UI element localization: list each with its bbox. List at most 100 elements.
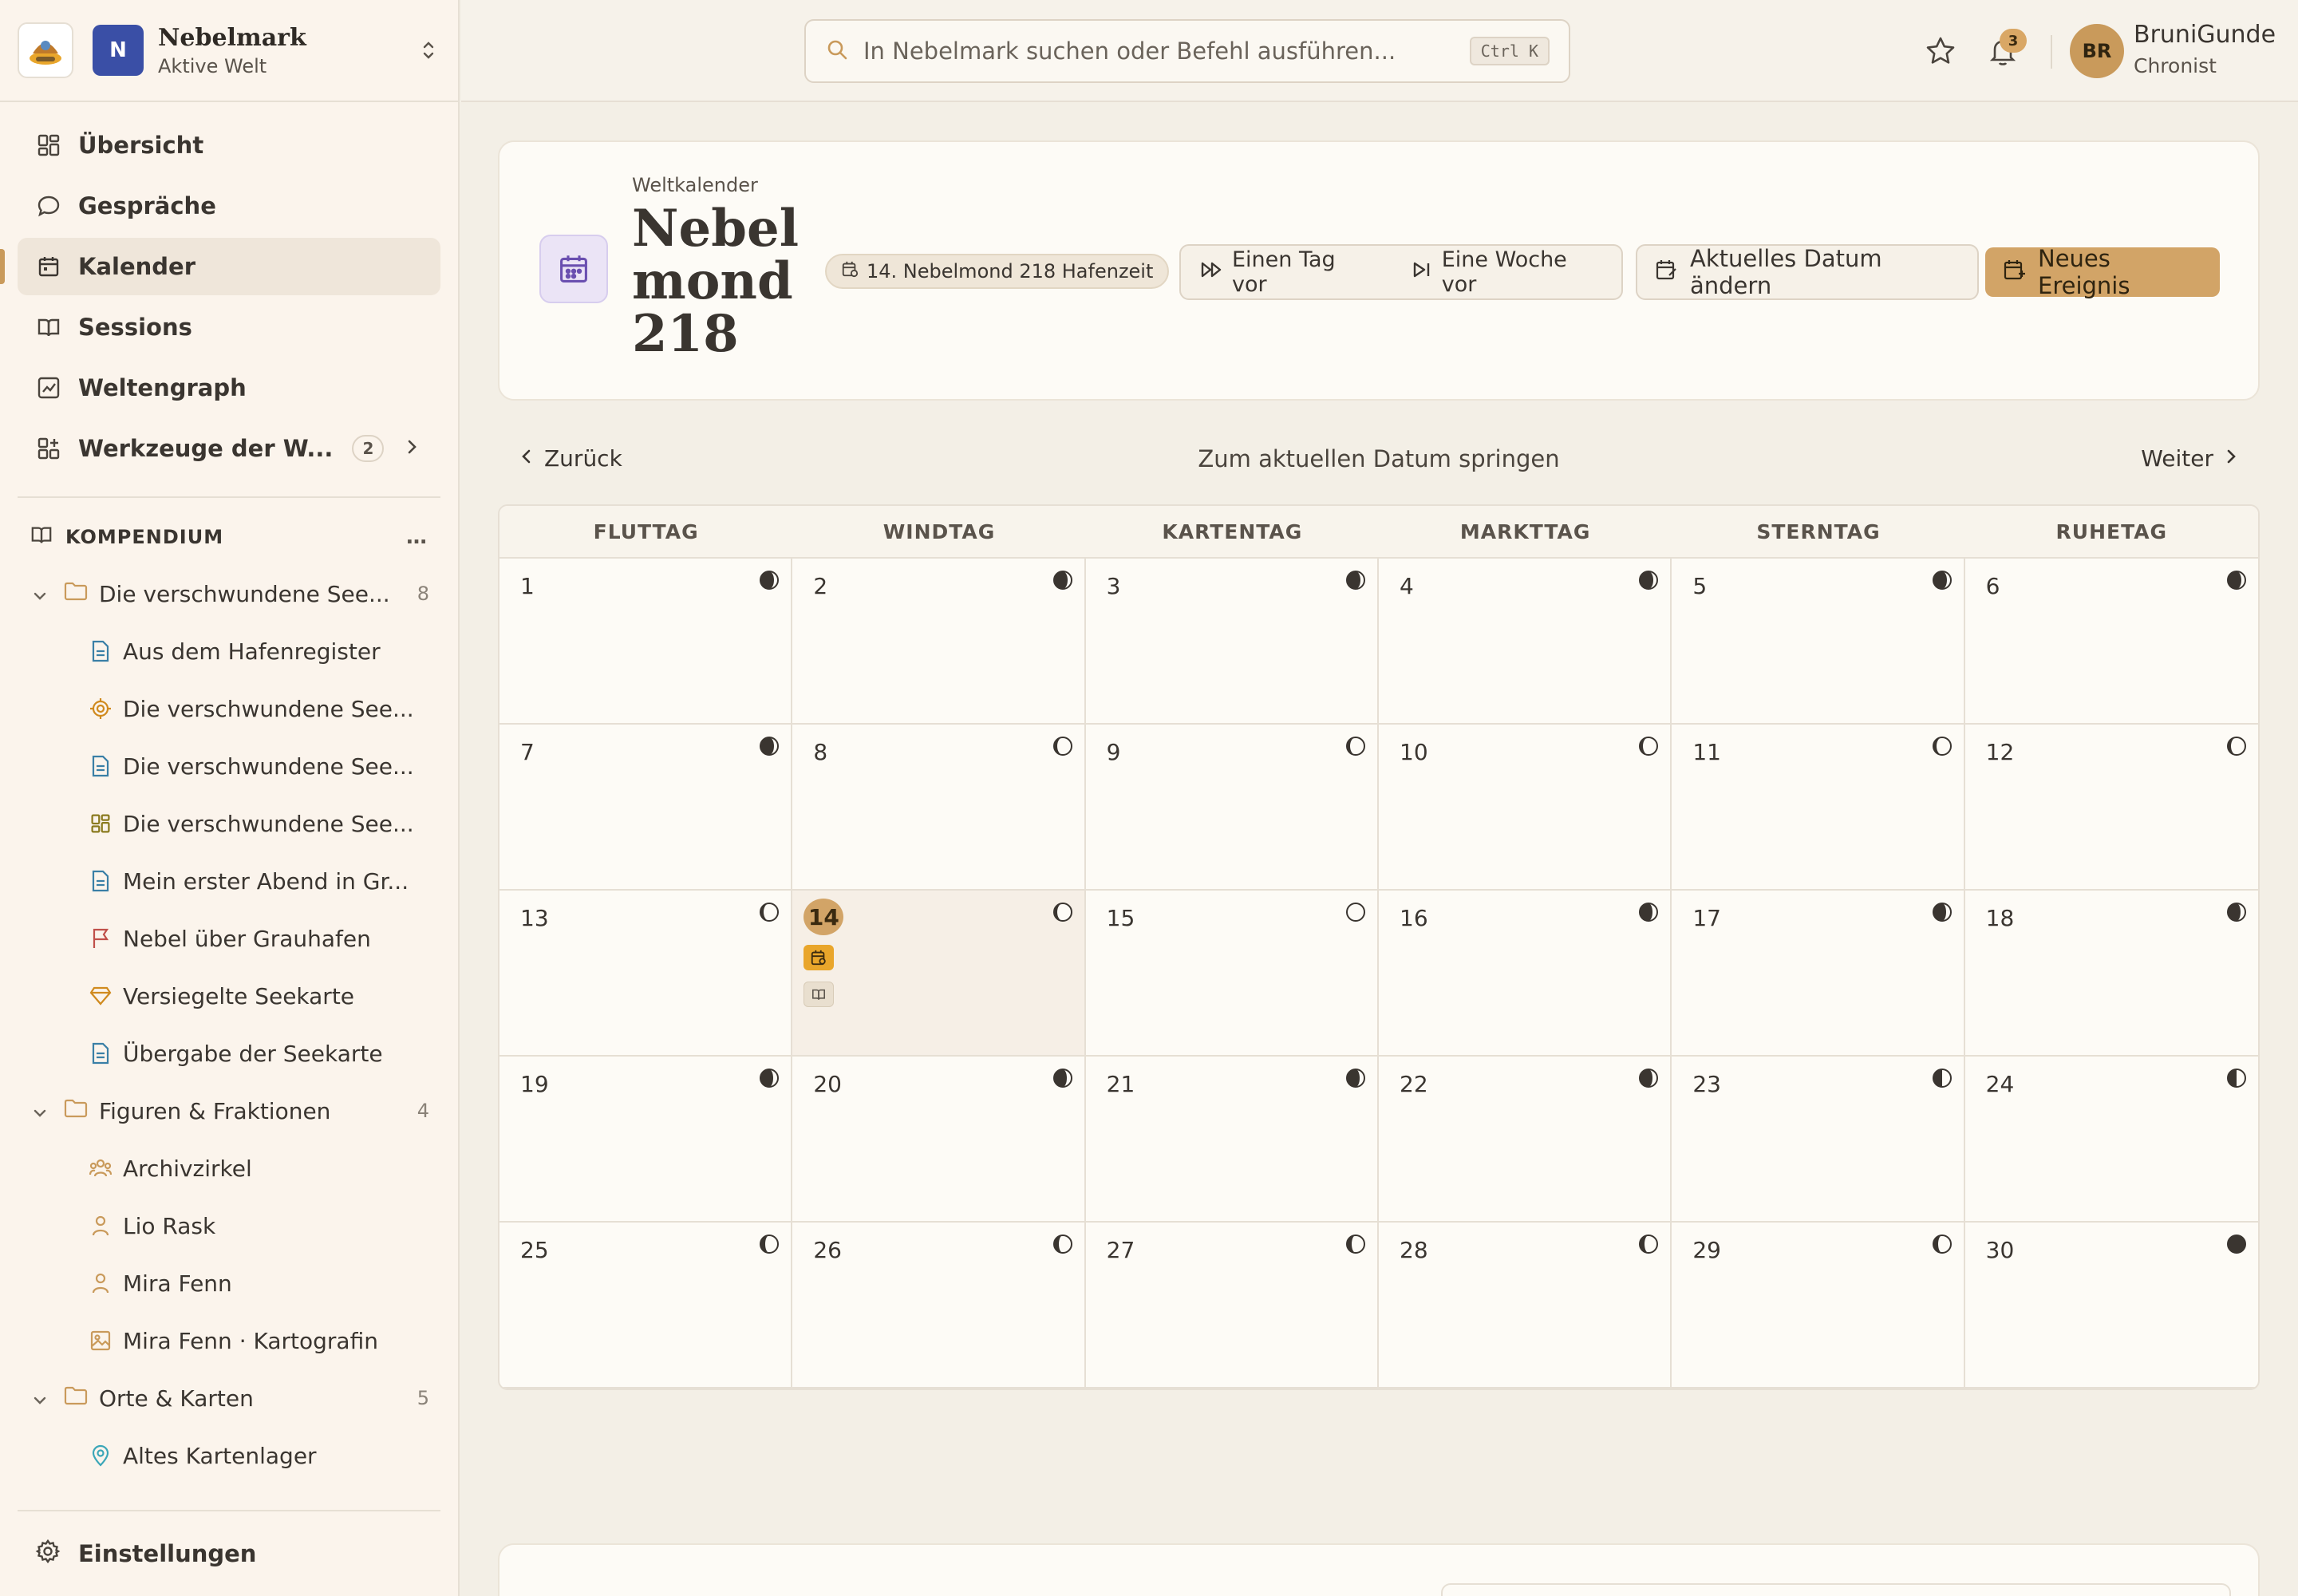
calendar-day-10[interactable]: 10: [1379, 725, 1672, 891]
moon-phase-icon: [1638, 1234, 1659, 1254]
calendar-day-9[interactable]: 9: [1085, 725, 1379, 891]
tree-item[interactable]: Mira Fenn · Kartografin: [18, 1312, 440, 1369]
calendar-grid: 1 2 3 4 5 6 7 8 9 10 11 12 13 14 15 16 17 18 19 20 21 22 23 24 2…: [499, 559, 2258, 1389]
star-icon[interactable]: [1925, 35, 1956, 70]
notification-badge: 3: [2000, 29, 2027, 53]
previous-month-button[interactable]: Zurück: [520, 445, 622, 472]
advance-week-button[interactable]: Eine Woche vor: [1412, 247, 1602, 297]
calendar-day-16[interactable]: 16: [1379, 891, 1672, 1057]
next-month-button[interactable]: Weiter: [2141, 445, 2237, 472]
day-number: 20: [813, 1071, 842, 1097]
tree-item[interactable]: Nebel über Grauhafen: [18, 910, 440, 967]
tree-item[interactable]: Mein erster Abend in Gr...: [18, 852, 440, 910]
chevron-down-icon[interactable]: [32, 1385, 49, 1412]
sidebar-item-werkzeuge[interactable]: Werkzeuge der W... 2: [18, 420, 440, 477]
calendar-day-24[interactable]: 24: [1964, 1057, 2258, 1223]
calendar-day-20[interactable]: 20: [792, 1057, 1086, 1223]
search-icon: [825, 38, 849, 65]
calendar-day-15[interactable]: 15: [1085, 891, 1379, 1057]
day-number: 13: [520, 905, 549, 931]
calendar-day-6[interactable]: 6: [1964, 559, 2258, 725]
moon-phase-icon: [1052, 1068, 1073, 1088]
calendar-day-7[interactable]: 7: [499, 725, 793, 891]
calendar-day-18[interactable]: 18: [1964, 891, 2258, 1057]
avatar[interactable]: BR: [2070, 24, 2124, 78]
sidebar-item-gespraeche[interactable]: Gespräche: [18, 177, 440, 235]
tree-item[interactable]: Versiegelte Seekarte: [18, 967, 440, 1025]
calendar-day-23[interactable]: 23: [1672, 1057, 1965, 1223]
tree-item[interactable]: Lio Rask: [18, 1197, 440, 1254]
sidebar-item-einstellungen[interactable]: Einstellungen: [18, 1510, 440, 1596]
calendar-day-30[interactable]: 30: [1964, 1223, 2258, 1389]
tree-item[interactable]: Mira Fenn: [18, 1254, 440, 1312]
calendar-day-3[interactable]: 3: [1085, 559, 1379, 725]
calendar-day-25[interactable]: 25: [499, 1223, 793, 1389]
change-date-button[interactable]: Aktuelles Datum ändern: [1636, 244, 1979, 300]
current-date-label: 14. Nebelmond 218 Hafenzeit: [867, 260, 1154, 282]
calendar-day-11[interactable]: 11: [1672, 725, 1965, 891]
tree-item[interactable]: Aus dem Hafenregister: [18, 622, 440, 680]
chevron-up-down-icon[interactable]: [417, 34, 440, 66]
moon-phase-icon: [759, 570, 780, 591]
search-input[interactable]: In Nebelmark suchen oder Befehl ausführe…: [804, 19, 1570, 83]
calendar-day-22[interactable]: 22: [1379, 1057, 1672, 1223]
sidebar-item-uebersicht[interactable]: Übersicht: [18, 117, 440, 174]
moon-phase-icon: [1638, 1068, 1659, 1088]
calendar-day-2[interactable]: 2: [792, 559, 1086, 725]
calendar-day-29[interactable]: 29: [1672, 1223, 1965, 1389]
more-options-icon[interactable]: …: [406, 525, 428, 549]
workspace-switcher[interactable]: N Nebelmark Aktive Welt: [0, 0, 458, 102]
moon-phase-icon: [1932, 1068, 1953, 1088]
calendar-day-21[interactable]: 21: [1085, 1057, 1379, 1223]
app-logo: [18, 22, 73, 78]
sidebar-item-kalender[interactable]: Kalender: [0, 238, 440, 295]
sidebar-item-weltengraph[interactable]: Weltengraph: [18, 359, 440, 417]
folder-row[interactable]: Die verschwundene See... 8: [18, 565, 440, 622]
calendar-day-12[interactable]: 12: [1964, 725, 2258, 891]
calendar-day-4[interactable]: 4: [1379, 559, 1672, 725]
calendar-day-27[interactable]: 27: [1085, 1223, 1379, 1389]
calendar-day-13[interactable]: 13: [499, 891, 793, 1057]
weekday-label: RUHETAG: [2055, 519, 2168, 543]
calendar-day-5[interactable]: 5: [1672, 559, 1965, 725]
tree-item[interactable]: Die verschwundene See...: [18, 680, 440, 737]
calendar-day-1[interactable]: 1: [499, 559, 793, 725]
calendar-day-19[interactable]: 19: [499, 1057, 793, 1223]
calendar-day-28[interactable]: 28: [1379, 1223, 1672, 1389]
day-number: 3: [1106, 573, 1121, 599]
book-icon[interactable]: [804, 982, 835, 1007]
day-number: 2: [813, 573, 828, 599]
calendar-day-14[interactable]: 14: [792, 891, 1086, 1057]
calendar-day-17[interactable]: 17: [1672, 891, 1965, 1057]
divider: [2051, 35, 2052, 69]
day-number: 10: [1400, 739, 1428, 765]
jump-to-today-button[interactable]: Zum aktuellen Datum springen: [1198, 445, 1559, 472]
weekday-label: FLUTTAG: [593, 519, 699, 543]
workspace-badge: N: [93, 25, 144, 76]
advance-button-group: Einen Tag vor Eine Woche vor: [1179, 244, 1623, 300]
calendar-day-26[interactable]: 26: [792, 1223, 1086, 1389]
calendar-day-8[interactable]: 8: [792, 725, 1086, 891]
tree-item[interactable]: Die verschwundene See...: [18, 795, 440, 852]
session-event-icon[interactable]: [804, 945, 835, 970]
folder-row[interactable]: Figuren & Fraktionen 4: [18, 1082, 440, 1140]
tree-item[interactable]: Archivzirkel: [18, 1140, 440, 1197]
chevron-down-icon[interactable]: [32, 1098, 49, 1124]
tree-item[interactable]: Übergabe der Seekarte: [18, 1025, 440, 1082]
folder-row[interactable]: Orte & Karten 5: [18, 1369, 440, 1427]
panel-input[interactable]: [1441, 1583, 2231, 1596]
chevron-right-icon[interactable]: [405, 435, 418, 462]
book-icon: [30, 523, 53, 551]
sidebar-item-sessions[interactable]: Sessions: [18, 298, 440, 356]
new-event-button[interactable]: Neues Ereignis: [1985, 245, 2220, 299]
tree-item[interactable]: Die verschwundene See...: [18, 737, 440, 795]
document-icon: [89, 755, 112, 777]
chevron-down-icon[interactable]: [32, 581, 49, 607]
tree-item[interactable]: Altes Kartenlager: [18, 1427, 440, 1484]
day-number: 4: [1400, 573, 1414, 599]
day-number: 17: [1692, 905, 1721, 931]
advance-day-button[interactable]: Einen Tag vor: [1200, 247, 1372, 297]
user-name[interactable]: BruniGunde: [2134, 21, 2276, 49]
moon-phase-icon: [1345, 736, 1366, 757]
folder-icon: [64, 1098, 88, 1124]
